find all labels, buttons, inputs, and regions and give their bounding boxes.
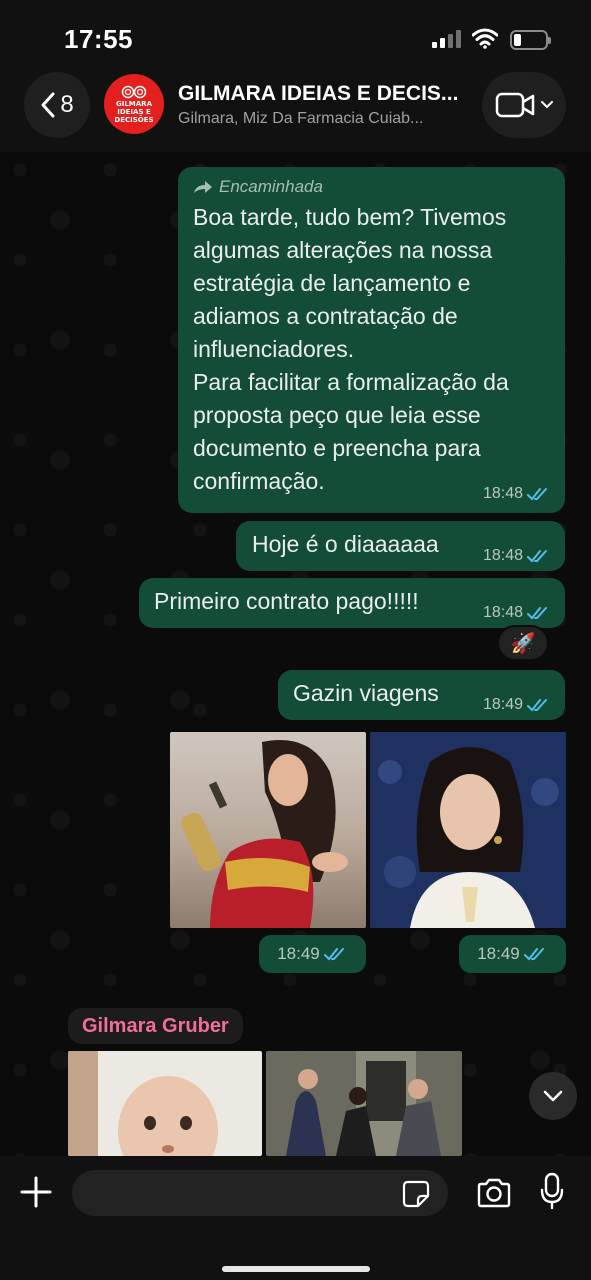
sender-name[interactable]: Gilmara Gruber [68, 1008, 243, 1044]
back-button[interactable]: 8 [24, 72, 90, 138]
camera-icon[interactable] [476, 1178, 512, 1208]
unread-count: 8 [60, 91, 74, 118]
battery-icon [510, 30, 551, 50]
message-time: 18:49 [482, 696, 523, 713]
message-meta: 18:48 [483, 604, 551, 622]
message-composer [0, 1156, 591, 1280]
message-bubble-outgoing[interactable]: Encaminhada Boa tarde, tudo bem? Tivemos… [178, 167, 565, 513]
photo-meta: 18:49 [459, 935, 566, 973]
read-ticks-icon [527, 550, 547, 563]
chevron-left-icon [41, 92, 55, 118]
woman-with-glass-illustration [370, 732, 566, 928]
rocket-icon: 🚀 [510, 632, 536, 655]
message-bubble-outgoing[interactable]: Gazin viagens 18:49 [278, 670, 565, 720]
scroll-to-bottom-button[interactable] [529, 1072, 577, 1120]
chevron-down-icon [541, 101, 553, 109]
message-meta: 18:48 [483, 547, 551, 565]
read-ticks-icon [323, 948, 344, 961]
sticker-image[interactable] [170, 732, 366, 928]
microphone-icon[interactable] [540, 1172, 564, 1210]
sticker-icon[interactable] [402, 1180, 430, 1208]
wifi-icon [472, 28, 498, 49]
read-ticks-icon [527, 607, 547, 620]
video-call-button[interactable] [482, 72, 566, 138]
forwarded-label: Encaminhada [193, 177, 549, 197]
message-time: 18:48 [482, 485, 523, 502]
message-time: 18:49 [277, 944, 320, 963]
status-bar: 17:55 [0, 0, 591, 70]
video-camera-icon [495, 92, 535, 118]
message-bubble-outgoing[interactable]: Primeiro contrato pago!!!!! 18:48 [139, 578, 565, 628]
message-time: 18:48 [482, 604, 523, 621]
read-ticks-icon [527, 699, 547, 712]
people-dancing-illustration [286, 1051, 441, 1156]
sticker-image-incoming[interactable] [68, 1051, 262, 1156]
message-time: 18:49 [477, 944, 520, 963]
message-bubble-outgoing[interactable]: Hoje é o diaaaaaa 18:48 [236, 521, 565, 571]
cellular-signal-icon [432, 30, 462, 48]
read-ticks-icon [523, 948, 544, 961]
read-ticks-icon [527, 488, 547, 501]
message-time: 18:48 [482, 547, 523, 564]
chat-header: 8 GILMARA IDEIAS E DECISÕES GILMARA IDEI… [0, 70, 591, 152]
chat-participants[interactable]: Gilmara, Miz Da Farmacia Cuiab... [178, 110, 423, 128]
chevron-down-icon [543, 1090, 563, 1102]
sticker-image[interactable] [370, 732, 566, 928]
baby-face-illustration [68, 1051, 218, 1156]
sticker-image-incoming[interactable] [266, 1051, 462, 1156]
message-meta: 18:48 [483, 485, 551, 503]
group-avatar[interactable]: GILMARA IDEIAS E DECISÕES [104, 74, 164, 134]
message-text: Boa tarde, tudo bem? Tivemos algumas alt… [193, 204, 509, 494]
status-time: 17:55 [64, 24, 133, 54]
avatar-logo-text: GILMARA IDEIAS E DECISÕES [114, 99, 154, 124]
message-meta: 18:49 [483, 696, 551, 714]
chat-title[interactable]: GILMARA IDEIAS E DECIS... [178, 82, 458, 106]
rocket-reaction[interactable]: 🚀 [497, 625, 549, 661]
forward-arrow-icon [194, 181, 212, 193]
message-input[interactable] [72, 1170, 448, 1216]
plus-icon[interactable] [18, 1174, 54, 1210]
home-indicator [222, 1266, 370, 1272]
logo-swirl-icon [121, 85, 147, 98]
photo-meta: 18:49 [259, 935, 366, 973]
costume-woman-illustration [180, 740, 348, 928]
